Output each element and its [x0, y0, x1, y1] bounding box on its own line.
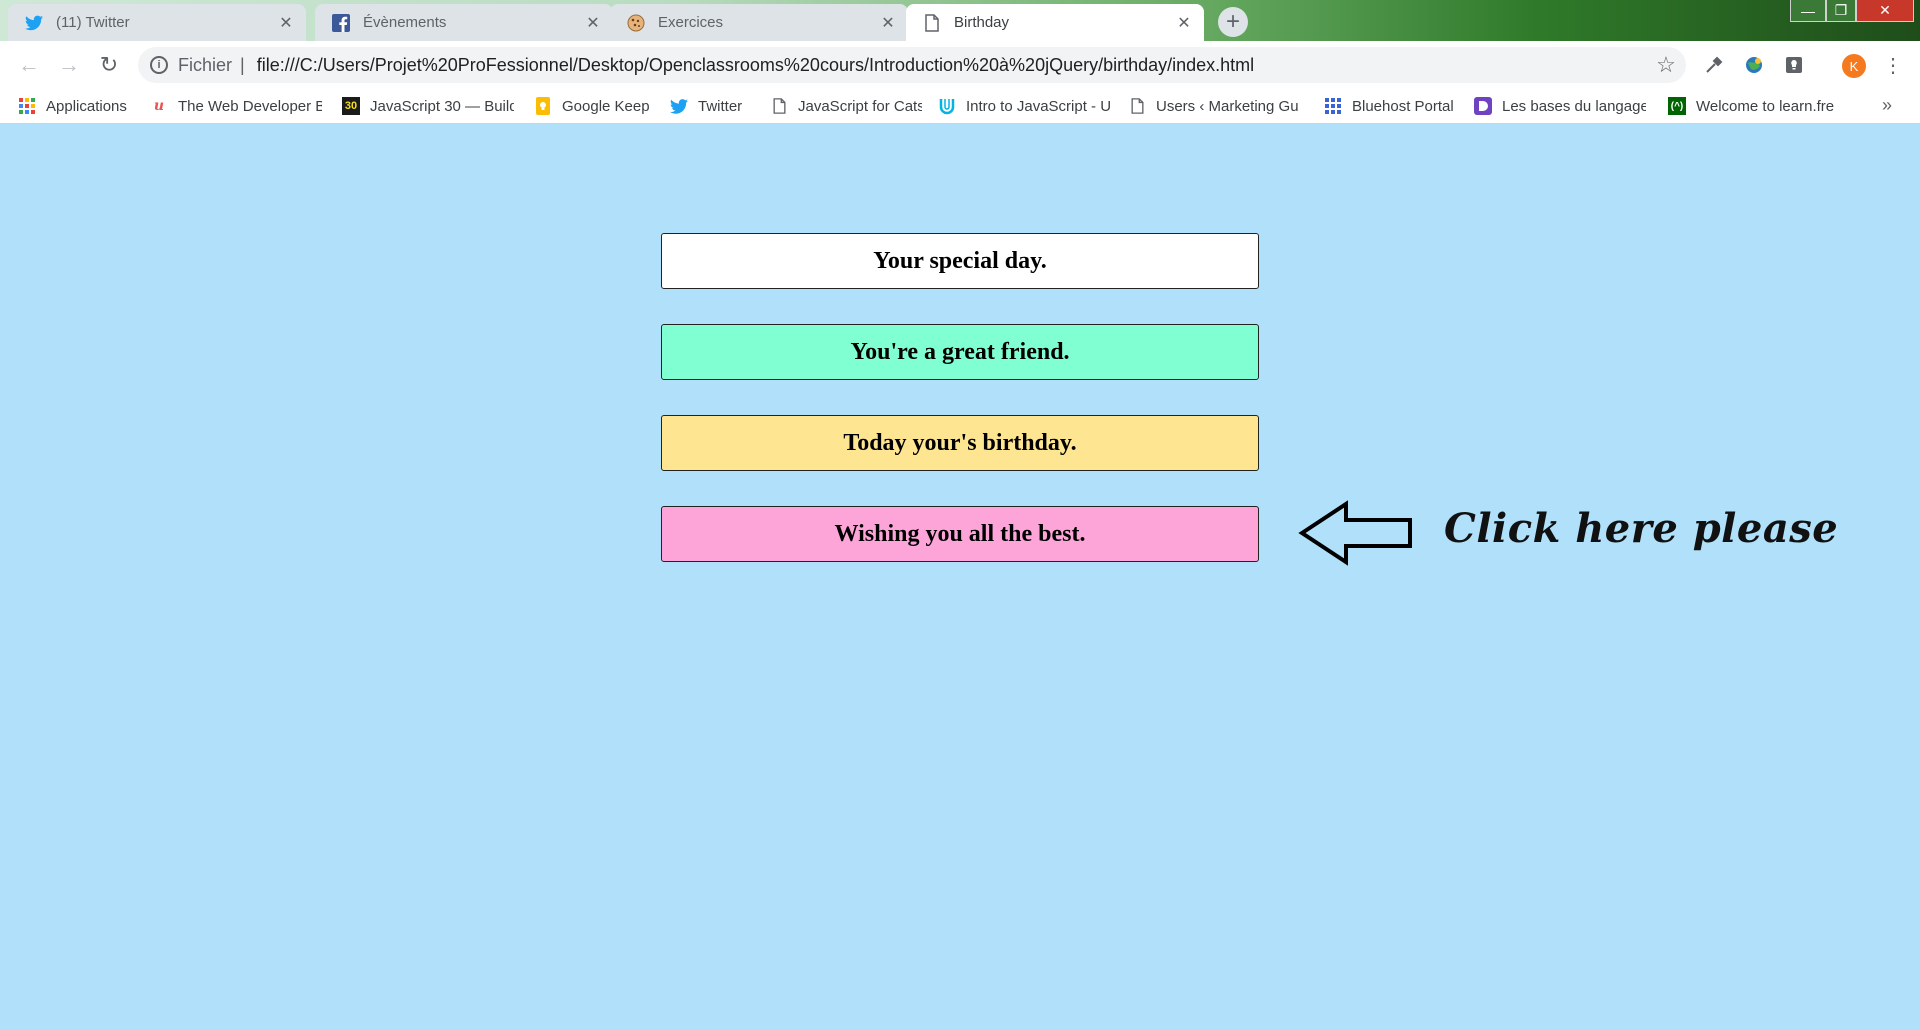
- bookmark-web-developer[interactable]: u The Web Developer B: [150, 89, 322, 123]
- back-button[interactable]: ←: [14, 50, 44, 80]
- lightbulb-extension-icon[interactable]: [1782, 53, 1806, 77]
- bookmark-star-icon[interactable]: ☆: [1646, 52, 1686, 78]
- udacity-icon: [938, 97, 956, 115]
- url-text[interactable]: file:///C:/Users/Projet%20ProFessionnel/…: [257, 55, 1646, 76]
- bookmark-intro-to-javascript[interactable]: Intro to JavaScript - U: [938, 89, 1110, 123]
- udemy-icon: u: [153, 98, 165, 114]
- bookmark-label: Intro to JavaScript - U: [966, 97, 1110, 115]
- new-tab-button[interactable]: +: [1218, 7, 1248, 37]
- bluehost-grid-icon: [1324, 97, 1342, 115]
- profile-avatar[interactable]: K: [1842, 54, 1866, 78]
- address-bar[interactable]: i Fichier | file:///C:/Users/Projet%20Pr…: [138, 47, 1686, 83]
- bookmark-javascript-30[interactable]: 30 JavaScript 30 — Build: [342, 89, 514, 123]
- bookmark-label: JavaScript 30 — Build: [370, 97, 514, 115]
- apps-grid-icon: [18, 97, 36, 115]
- message-card-special-day[interactable]: Your special day.: [661, 233, 1259, 289]
- bookmark-javascript-for-cats[interactable]: JavaScript for Cats: [770, 89, 922, 123]
- bookmark-label: Users ‹ Marketing Gu: [1156, 97, 1299, 115]
- bookmark-label: Welcome to learn.fre: [1696, 97, 1835, 115]
- close-icon[interactable]: ✕: [1174, 13, 1194, 33]
- bookmarks-overflow-button[interactable]: »: [1882, 95, 1892, 116]
- scheme-separator: |: [240, 54, 245, 75]
- bookmark-label: Les bases du langage: [1502, 97, 1646, 115]
- tab-title: Évènements: [363, 14, 447, 31]
- bookmark-label: Applications: [46, 97, 127, 115]
- close-icon[interactable]: ✕: [276, 13, 296, 33]
- forward-button[interactable]: →: [54, 50, 84, 80]
- bookmark-label: The Web Developer B: [178, 97, 322, 115]
- bookmarks-bar: Applications u The Web Developer B 30 Ja…: [0, 89, 1920, 124]
- tab-exercices[interactable]: Exercices ✕: [610, 4, 908, 41]
- globe-extension-icon[interactable]: [1742, 53, 1766, 77]
- twitter-icon: [670, 97, 688, 115]
- browser-toolbar: ← → ↻ i Fichier | file:///C:/Users/Proje…: [0, 41, 1920, 89]
- message-card-great-friend[interactable]: You're a great friend.: [661, 324, 1259, 380]
- bookmark-les-bases-du-langage[interactable]: Les bases du langage: [1474, 89, 1646, 123]
- bookmark-twitter[interactable]: Twitter: [670, 89, 758, 123]
- eyedropper-extension-icon[interactable]: [1702, 53, 1726, 77]
- tab-birthday[interactable]: Birthday ✕: [906, 4, 1204, 41]
- bookmark-bluehost-portal[interactable]: Bluehost Portal: [1324, 89, 1460, 123]
- left-arrow-icon: [1298, 500, 1412, 566]
- restore-button[interactable]: ❐: [1826, 0, 1856, 22]
- bookmark-users-marketing[interactable]: Users ‹ Marketing Gu: [1128, 89, 1302, 123]
- page-icon: [922, 13, 942, 33]
- cookie-icon: [626, 13, 646, 33]
- page-icon: [1128, 97, 1146, 115]
- message-card-best-wishes[interactable]: Wishing you all the best.: [661, 506, 1259, 562]
- twitter-icon: [24, 13, 44, 33]
- reload-button[interactable]: ↻: [94, 50, 124, 80]
- bookmark-applications[interactable]: Applications: [18, 89, 136, 123]
- tab-twitter[interactable]: (11) Twitter ✕: [8, 4, 306, 41]
- tab-evenements[interactable]: Évènements ✕: [315, 4, 613, 41]
- close-icon[interactable]: ✕: [878, 13, 898, 33]
- bookmark-label: Bluehost Portal: [1352, 97, 1454, 115]
- message-card-birthday[interactable]: Today your's birthday.: [661, 415, 1259, 471]
- tab-title: Birthday: [954, 14, 1010, 31]
- bookmark-label: JavaScript for Cats: [798, 97, 922, 115]
- keep-icon: [534, 97, 552, 115]
- info-icon[interactable]: i: [150, 56, 168, 74]
- bookmark-label: Google Keep: [562, 97, 650, 115]
- page-icon: [770, 97, 788, 115]
- bookmark-label: Twitter: [698, 97, 743, 115]
- tab-title: Exercices: [658, 14, 724, 31]
- click-here-label[interactable]: Click here please: [1444, 505, 1838, 552]
- menu-icon[interactable]: ⋮: [1880, 52, 1906, 78]
- close-window-button[interactable]: ✕: [1856, 0, 1914, 22]
- dev-icon: [1474, 97, 1492, 115]
- tab-strip: (11) Twitter ✕ Évènements ✕ Exercices ✕ …: [0, 0, 1920, 41]
- close-icon[interactable]: ✕: [583, 13, 603, 33]
- minimize-button[interactable]: —: [1790, 0, 1826, 22]
- facebook-icon: [331, 13, 351, 33]
- freecodecamp-icon: (^): [1668, 97, 1686, 115]
- js30-icon: 30: [342, 97, 360, 115]
- tab-title: (11) Twitter: [56, 14, 130, 31]
- bookmark-learn-freecodecamp[interactable]: (^) Welcome to learn.fre: [1668, 89, 1842, 123]
- bookmark-google-keep[interactable]: Google Keep: [534, 89, 654, 123]
- scheme-label: Fichier: [178, 54, 233, 75]
